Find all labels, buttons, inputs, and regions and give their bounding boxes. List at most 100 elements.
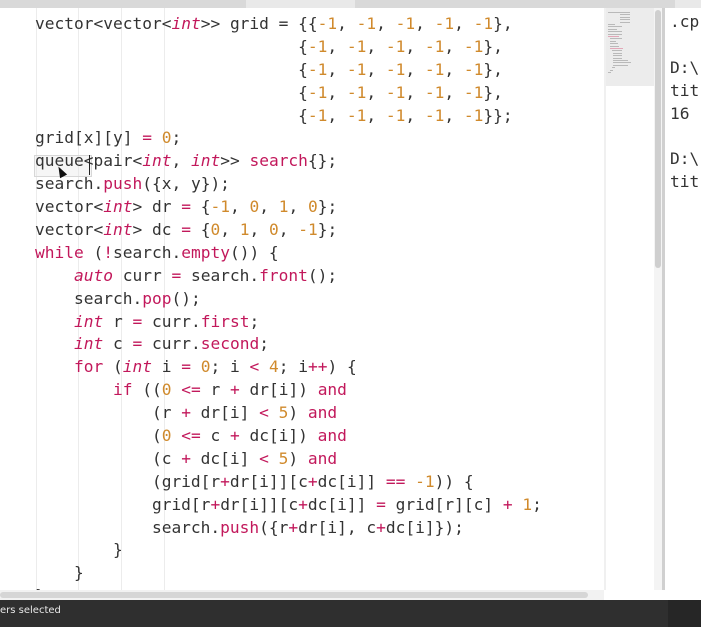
code-line[interactable]: search.push({x, y});	[35, 173, 542, 196]
code-line[interactable]: vector<vector<int>> grid = {{-1, -1, -1,…	[35, 13, 542, 36]
code-line[interactable]: grid[x][y] = 0;	[35, 127, 542, 150]
code-token: -1	[385, 59, 406, 79]
code-line[interactable]: queue<pair<int, int>> search{};	[35, 150, 542, 173]
code-token: empty	[181, 242, 230, 262]
code-token: >>	[220, 151, 250, 171]
code-token: (c	[35, 448, 182, 468]
code-line[interactable]: (grid[r+dr[i]][c+dc[i]] == -1)) {	[35, 471, 542, 494]
code-line[interactable]: int r = curr.first;	[35, 311, 542, 334]
code-token: ;	[249, 311, 260, 331]
code-token: -1	[473, 14, 494, 33]
code-token: search.	[35, 517, 221, 537]
code-line[interactable]: {-1, -1, -1, -1, -1},	[35, 59, 542, 82]
code-token: {	[35, 36, 308, 56]
code-token: },	[483, 36, 503, 56]
tab[interactable]	[355, 0, 675, 8]
code-editor[interactable]: vector<vector< int >> grid = {{ -1, -1, -1,…	[0, 8, 604, 590]
code-token: };	[317, 220, 338, 240]
code-line[interactable]: vector<int> dc = {0, 1, 0, -1};	[35, 219, 542, 242]
minimap-line	[609, 43, 619, 45]
code-line[interactable]: search.push({r+dr[i], c+dc[i]});	[35, 517, 542, 540]
code-token: while	[35, 242, 84, 262]
horizontal-scrollbar-thumb[interactable]	[0, 592, 588, 598]
code-line[interactable]: auto curr = search.front();	[35, 265, 542, 288]
code-token: int	[122, 357, 152, 377]
code-token: }};	[483, 105, 513, 125]
code-token: ,	[220, 220, 240, 240]
code-token: ,	[327, 105, 347, 125]
code-token: !	[103, 242, 113, 262]
code-line[interactable]: {-1, -1, -1, -1, -1}};	[35, 105, 542, 128]
code-token: -1	[385, 82, 406, 102]
code-token: -1	[307, 36, 328, 56]
horizontal-scrollbar[interactable]	[0, 590, 604, 600]
code-line[interactable]: }	[35, 562, 542, 585]
code-token: (	[83, 242, 104, 262]
code-line[interactable]: grid[r+dr[i]][c+dc[i]] = grid[r][c] + 1;	[35, 494, 542, 517]
code-token: )	[288, 403, 308, 423]
code-line[interactable]: (r + dr[i] < 5) and	[35, 402, 542, 425]
code-token: int	[103, 220, 133, 240]
vertical-scrollbar-thumb[interactable]	[655, 10, 661, 268]
code-token: {	[190, 197, 211, 217]
code-line[interactable]: (0 <= c + dc[i]) and	[35, 425, 542, 448]
code-token: i	[151, 357, 182, 377]
code-line[interactable]: search.pop();	[35, 288, 542, 311]
code-token: int	[190, 151, 221, 171]
code-token: <	[259, 403, 269, 423]
output-line: .cp	[670, 12, 700, 31]
code-line[interactable]: {-1, -1, -1, -1, -1},	[35, 36, 542, 59]
minimap-line	[608, 24, 615, 25]
code-token: ({x, y});	[142, 174, 230, 194]
tab[interactable]	[0, 0, 246, 8]
code-line[interactable]: {-1, -1, -1, -1, -1},	[35, 82, 542, 105]
code-line[interactable]: vector<int> dr = {-1, 0, 1, 0};	[35, 196, 542, 219]
code-token: dr[i]][c	[220, 494, 299, 514]
code-token: +	[210, 494, 221, 514]
code-token: int	[73, 334, 104, 354]
code-token: >> grid = {{	[200, 14, 318, 33]
minimap-viewport[interactable]	[606, 8, 654, 86]
minimap[interactable]	[606, 8, 654, 590]
code-token: -1	[424, 105, 445, 125]
code-token: 5	[278, 448, 289, 468]
output-panel[interactable]: .cp D:\ tit 16 D:\ tit	[665, 8, 701, 590]
code-token: -1	[346, 105, 367, 125]
code-line[interactable]: while (!search.empty()) {	[35, 242, 542, 265]
output-line: 16	[670, 103, 690, 123]
code-line[interactable]: (c + dc[i] < 5) and	[35, 448, 542, 471]
code-token: 1	[522, 494, 533, 514]
vertical-scrollbar[interactable]	[654, 8, 662, 590]
code-token: ,	[405, 59, 425, 79]
code-line[interactable]: }	[35, 539, 542, 562]
code-token: ==	[385, 471, 406, 491]
code-line[interactable]: if ((0 <= r + dr[i]) and	[35, 379, 542, 402]
output-line: tit	[670, 172, 700, 192]
status-text: ers selected	[0, 605, 61, 616]
code-text[interactable]: vector<vector< int >> grid = {{ -1, -1, -1,…	[35, 13, 542, 590]
code-token: 0	[161, 380, 172, 400]
code-token: ; i	[210, 357, 250, 377]
code-token: +	[376, 517, 386, 537]
code-token: ;	[532, 494, 542, 514]
code-token: search.	[35, 288, 143, 308]
minimap-line	[609, 40, 616, 42]
code-token: vector<vector<	[35, 14, 172, 33]
minimap-line	[620, 16, 630, 18]
code-token: -1	[463, 59, 484, 79]
code-token: dr[i], c	[298, 517, 377, 537]
code-token: +	[307, 471, 318, 491]
code-line[interactable]: int c = curr.second;	[35, 333, 542, 356]
code-line[interactable]: for (int i = 0; i < 4; i++) {	[35, 356, 542, 379]
code-token: ,	[171, 151, 191, 171]
code-token: ,	[405, 82, 425, 102]
code-token: +	[229, 380, 240, 400]
code-token: ,	[327, 36, 347, 56]
code-token: curr.	[142, 311, 201, 331]
